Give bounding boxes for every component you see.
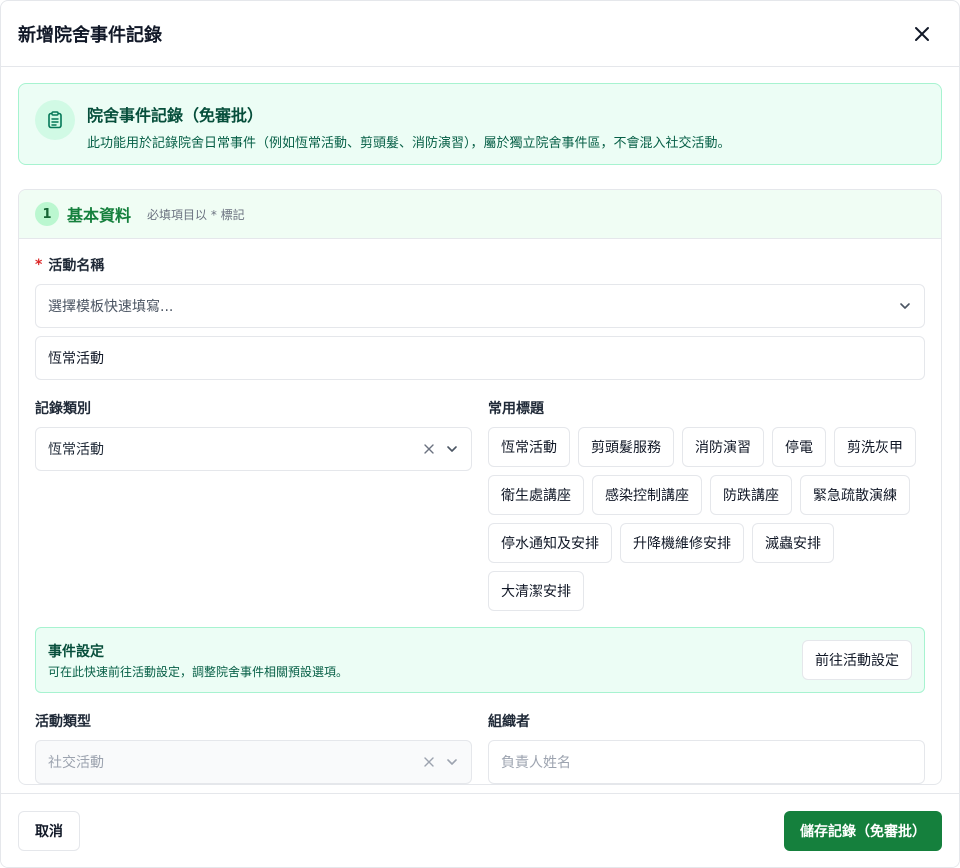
dialog-header: 新增院舍事件記錄	[1, 1, 959, 67]
activity-name-input[interactable]: 恆常活動	[35, 336, 925, 380]
record-category-label: 記錄類別	[35, 401, 91, 417]
tag-button[interactable]: 感染控制講座	[592, 475, 702, 515]
required-mark: *	[35, 257, 43, 273]
chevron-down-icon	[900, 303, 910, 309]
clear-icon[interactable]	[423, 443, 435, 455]
activity-type-label: 活動類型	[35, 714, 91, 730]
dialog-title: 新增院舍事件記錄	[18, 24, 162, 46]
tag-button[interactable]: 消防演習	[682, 427, 764, 467]
basic-info-section: 1 基本資料 必填項目以 * 標記 * 活動名稱 選擇模板快速填寫... 恆常活…	[18, 189, 942, 785]
event-settings-title: 事件設定	[48, 643, 104, 660]
close-button[interactable]	[908, 20, 936, 48]
section-hint: 必填項目以 * 標記	[147, 207, 245, 222]
section-header: 1 基本資料 必填項目以 * 標記	[19, 190, 941, 239]
go-to-activity-settings-button[interactable]: 前往活動設定	[802, 640, 912, 680]
chevron-down-icon	[447, 759, 457, 765]
info-banner: 院舍事件記錄（免審批） 此功能用於記錄院舍日常事件（例如恆常活動、剪頭髮、消防演…	[18, 83, 942, 165]
cancel-button[interactable]: 取消	[18, 810, 80, 851]
template-select-placeholder: 選擇模板快速填寫...	[48, 299, 174, 315]
activity-type-select[interactable]: 社交活動	[35, 740, 472, 784]
tag-button[interactable]: 剪頭髮服務	[578, 427, 674, 467]
tag-button[interactable]: 緊急疏散演練	[800, 475, 910, 515]
add-event-dialog: 新增院舍事件記錄 院舍事件記錄（免審批） 此功能用於記錄院舍日常事件（例如恆常活…	[0, 0, 960, 868]
template-select[interactable]: 選擇模板快速填寫...	[35, 284, 925, 328]
save-record-button[interactable]: 儲存記錄（免審批）	[784, 810, 942, 851]
common-tags: 恆常活動 剪頭髮服務 消防演習 停電 剪洗灰甲 衛生處講座 感染控制講座 防跌講…	[488, 427, 925, 611]
tag-button[interactable]: 防跌講座	[710, 475, 792, 515]
dialog-body[interactable]: 院舍事件記錄（免審批） 此功能用於記錄院舍日常事件（例如恆常活動、剪頭髮、消防演…	[1, 67, 959, 794]
tag-button[interactable]: 停水通知及安排	[488, 523, 612, 563]
event-settings-box: 事件設定 可在此快速前往活動設定，調整院舍事件相關預設選項。 前往活動設定	[35, 627, 925, 693]
tag-button[interactable]: 升降機維修安排	[620, 523, 744, 563]
organizer-label: 組織者	[488, 714, 530, 730]
common-tags-label: 常用標題	[488, 401, 544, 417]
tag-button[interactable]: 滅蟲安排	[752, 523, 834, 563]
tag-button[interactable]: 剪洗灰甲	[834, 427, 916, 467]
clipboard-icon	[35, 100, 75, 140]
tag-button[interactable]: 恆常活動	[488, 427, 570, 467]
tag-button[interactable]: 大清潔安排	[488, 571, 584, 611]
record-category-select[interactable]: 恆常活動	[35, 427, 472, 471]
section-title: 基本資料	[67, 206, 132, 225]
record-category-value: 恆常活動	[48, 442, 104, 458]
activity-type-value: 社交活動	[48, 755, 104, 771]
clear-icon[interactable]	[423, 756, 435, 768]
tag-button[interactable]: 停電	[772, 427, 826, 467]
dialog-footer: 取消 儲存記錄（免審批）	[1, 793, 959, 867]
banner-title: 院舍事件記錄（免審批）	[87, 106, 264, 125]
chevron-down-icon	[447, 446, 457, 452]
banner-description: 此功能用於記錄院舍日常事件（例如恆常活動、剪頭髮、消防演習），屬於獨立院舍事件區…	[87, 136, 731, 151]
step-badge: 1	[35, 202, 59, 226]
tag-button[interactable]: 衛生處講座	[488, 475, 584, 515]
activity-name-label: * 活動名稱	[35, 257, 105, 274]
close-icon	[915, 26, 929, 41]
organizer-input[interactable]: 負責人姓名	[488, 740, 925, 784]
event-settings-description: 可在此快速前往活動設定，調整院舍事件相關預設選項。	[48, 664, 349, 679]
